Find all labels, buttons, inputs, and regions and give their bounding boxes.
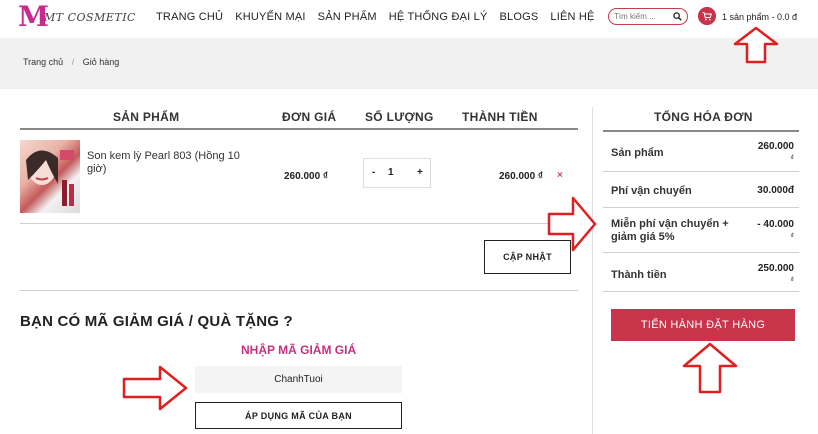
summary-row-divider: [603, 291, 799, 292]
site-header: M MT COSMETIC TRANG CHỦ KHUYẾN MẠI SẢN P…: [0, 0, 818, 36]
quantity-decrease-button[interactable]: -: [372, 167, 375, 178]
nav-item-blogs[interactable]: BLOGS: [500, 11, 539, 23]
column-header-product: SẢN PHẨM: [113, 110, 180, 124]
summary-currency-subtotal: ₫: [790, 155, 794, 162]
nav-item-products[interactable]: SẢN PHẨM: [318, 11, 377, 23]
product-unit-price: 260.000 ₫: [284, 171, 329, 182]
coupon-heading: BẠN CÓ MÃ GIẢM GIÁ / QUÀ TẶNG ?: [20, 313, 293, 330]
summary-amount-subtotal: 260.000: [757, 141, 794, 152]
summary-currency-total: ₫: [790, 277, 794, 284]
breadcrumb-bar: [0, 38, 818, 89]
nav-item-contact[interactable]: LIÊN HỆ: [550, 11, 594, 23]
breadcrumb-current: Giỏ hàng: [82, 57, 120, 67]
search-box: [608, 8, 688, 25]
annotation-arrow-up-checkout: [682, 342, 738, 394]
nav-item-promotions[interactable]: KHUYẾN MẠI: [235, 11, 305, 23]
logo-text: MT COSMETIC: [44, 11, 136, 24]
column-header-unit-price: ĐƠN GIÁ: [282, 110, 337, 124]
column-header-total: THÀNH TIỀN: [462, 110, 538, 124]
product-name[interactable]: Son kem lỳ Pearl 803 (Hồng 10 giờ): [87, 150, 262, 176]
summary-row-divider: [603, 252, 799, 253]
summary-value-shipping: 30.000đ: [757, 185, 794, 196]
summary-label-subtotal: Sản phẩm: [611, 147, 664, 159]
table-header-divider: [20, 128, 578, 130]
breadcrumb-separator: /: [71, 57, 75, 67]
coupon-input[interactable]: [195, 366, 402, 393]
product-line-total: 260.000 ₫: [499, 171, 544, 182]
summary-row-divider: [603, 207, 799, 208]
summary-amount-discount: - 40.000: [757, 219, 794, 230]
annotation-arrow-up-cart: [733, 26, 779, 64]
product-image[interactable]: [20, 140, 80, 213]
annotation-arrow-right-discount: [547, 196, 597, 252]
coupon-label: NHẬP MÃ GIẢM GIÁ: [241, 343, 357, 357]
remove-item-icon[interactable]: ×: [557, 170, 563, 181]
main-nav: TRANG CHỦ KHUYẾN MẠI SẢN PHẨM HỆ THỐNG Đ…: [156, 11, 607, 23]
summary-label-discount: Miễn phí vận chuyển + giảm giá 5%: [611, 218, 729, 243]
site-logo[interactable]: M MT COSMETIC: [18, 3, 148, 31]
cart-summary[interactable]: 1 sản phẩm - 0.0 đ: [722, 12, 797, 22]
summary-row-divider: [603, 171, 799, 172]
summary-label-shipping: Phí vận chuyển: [611, 185, 692, 197]
column-header-quantity: SỐ LƯỢNG: [365, 110, 434, 124]
apply-coupon-button[interactable]: ÁP DỤNG MÃ CỦA BẠN: [195, 402, 402, 429]
summary-value-subtotal: 260.000 ₫: [758, 141, 794, 165]
annotation-arrow-right-coupon: [122, 365, 188, 411]
cart-icon[interactable]: [698, 7, 716, 25]
search-icon[interactable]: [673, 12, 682, 21]
summary-divider: [592, 107, 593, 434]
summary-value-total: 250.000 ₫: [758, 263, 794, 287]
summary-currency-discount: ₫: [790, 233, 794, 240]
breadcrumb-home[interactable]: Trang chủ: [23, 57, 63, 67]
summary-title-divider: [603, 130, 799, 132]
summary-amount-total: 250.000: [757, 263, 794, 274]
summary-label-total: Thành tiền: [611, 269, 667, 281]
summary-title: TỔNG HÓA ĐƠN: [654, 110, 753, 124]
row-divider: [20, 223, 578, 224]
breadcrumb: Trang chủ / Giỏ hàng: [23, 57, 119, 67]
quantity-increase-button[interactable]: +: [417, 167, 423, 178]
nav-item-home[interactable]: TRANG CHỦ: [156, 11, 223, 23]
checkout-button[interactable]: TIẾN HÀNH ĐẶT HÀNG: [611, 309, 795, 341]
quantity-stepper: - 1 +: [363, 158, 431, 188]
nav-item-dealers[interactable]: HỆ THỐNG ĐẠI LÝ: [389, 11, 488, 23]
summary-value-discount: - 40.000 ₫: [757, 219, 794, 243]
search-input[interactable]: [614, 10, 672, 23]
section-divider: [20, 290, 578, 291]
quantity-value[interactable]: 1: [388, 167, 394, 178]
